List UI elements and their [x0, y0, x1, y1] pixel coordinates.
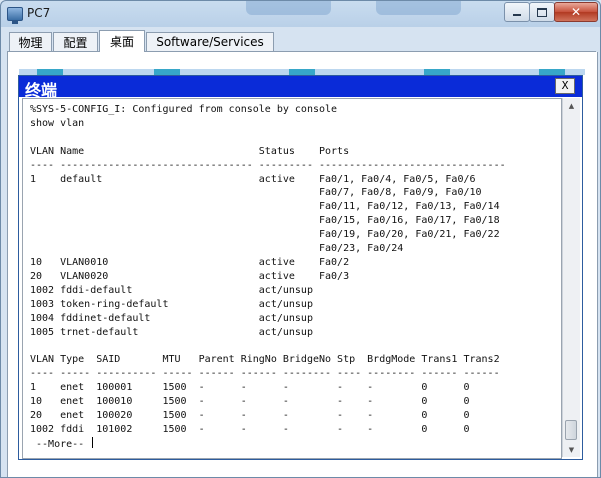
terminal-line: 1004 fddinet-default act/unsup — [30, 312, 313, 324]
pc7-window: PC7 ✕ 物理 配置 桌面 Software/Services 终端 X %S… — [0, 0, 601, 478]
minimize-button[interactable] — [504, 2, 530, 22]
terminal-line: Fa0/7, Fa0/8, Fa0/9, Fa0/10 — [30, 187, 482, 199]
tab-software-services[interactable]: Software/Services — [146, 32, 274, 51]
maximize-button[interactable] — [529, 2, 555, 22]
scroll-up-icon[interactable]: ▲ — [563, 98, 580, 113]
terminal-line: ---- ----- ---------- ----- ------ -----… — [30, 368, 500, 380]
maximize-icon — [537, 7, 547, 17]
terminal-line: Fa0/23, Fa0/24 — [30, 243, 404, 255]
text-cursor — [92, 436, 94, 448]
terminal-line: 1003 token-ring-default act/unsup — [30, 298, 313, 310]
scroll-thumb[interactable] — [565, 420, 577, 440]
close-icon: ✕ — [570, 5, 582, 19]
tab-desktop[interactable]: 桌面 — [99, 30, 145, 52]
terminal-window: 终端 X %SYS-5-CONFIG_I: Configured from co… — [18, 75, 583, 460]
minimize-icon — [513, 14, 521, 16]
terminal-output[interactable]: %SYS-5-CONFIG_I: Configured from console… — [22, 98, 562, 459]
terminal-line: 1005 trnet-default act/unsup — [30, 326, 313, 338]
terminal-close-button[interactable]: X — [555, 78, 575, 94]
terminal-line: show vlan — [30, 117, 85, 129]
title-bar[interactable]: PC7 ✕ — [1, 1, 600, 27]
computer-icon — [7, 7, 23, 24]
terminal-line: 20 enet 100020 1500 - - - - - 0 0 — [30, 409, 470, 421]
terminal-line: 10 enet 100010 1500 - - - - - 0 0 — [30, 396, 470, 408]
terminal-line: 10 VLAN0010 active Fa0/2 — [30, 256, 350, 268]
more-prompt: --More-- — [30, 438, 91, 450]
terminal-line: Fa0/19, Fa0/20, Fa0/21, Fa0/22 — [30, 229, 500, 241]
terminal-line: 1002 fddi-default act/unsup — [30, 284, 313, 296]
close-button[interactable]: ✕ — [554, 2, 598, 22]
terminal-scrollbar[interactable]: ▲ ▼ — [562, 98, 580, 457]
tab-physical[interactable]: 物理 — [9, 32, 52, 51]
terminal-title-bar[interactable]: 终端 X — [19, 76, 582, 100]
scroll-down-icon[interactable]: ▼ — [563, 442, 580, 457]
terminal-line: VLAN Type SAID MTU Parent RingNo BridgeN… — [30, 354, 500, 366]
terminal-text: %SYS-5-CONFIG_I: Configured from console… — [23, 99, 561, 452]
terminal-line: Fa0/15, Fa0/16, Fa0/17, Fa0/18 — [30, 215, 500, 227]
window-title: PC7 — [27, 6, 51, 20]
terminal-line: 1 enet 100001 1500 - - - - - 0 0 — [30, 382, 470, 394]
terminal-line: 20 VLAN0020 active Fa0/3 — [30, 270, 350, 282]
terminal-line: VLAN Name Status Ports — [30, 145, 350, 157]
terminal-line: Fa0/11, Fa0/12, Fa0/13, Fa0/14 — [30, 201, 500, 213]
title-glass-decoration — [246, 1, 331, 15]
tab-config[interactable]: 配置 — [53, 32, 98, 51]
terminal-line: 1002 fddi 101002 1500 - - - - - 0 0 — [30, 423, 470, 435]
terminal-line: %SYS-5-CONFIG_I: Configured from console… — [30, 104, 338, 115]
terminal-line: 1 default active Fa0/1, Fa0/4, Fa0/5, Fa… — [30, 173, 476, 185]
title-glass-decoration-2 — [376, 1, 461, 15]
terminal-line: ---- -------------------------------- --… — [30, 159, 506, 171]
